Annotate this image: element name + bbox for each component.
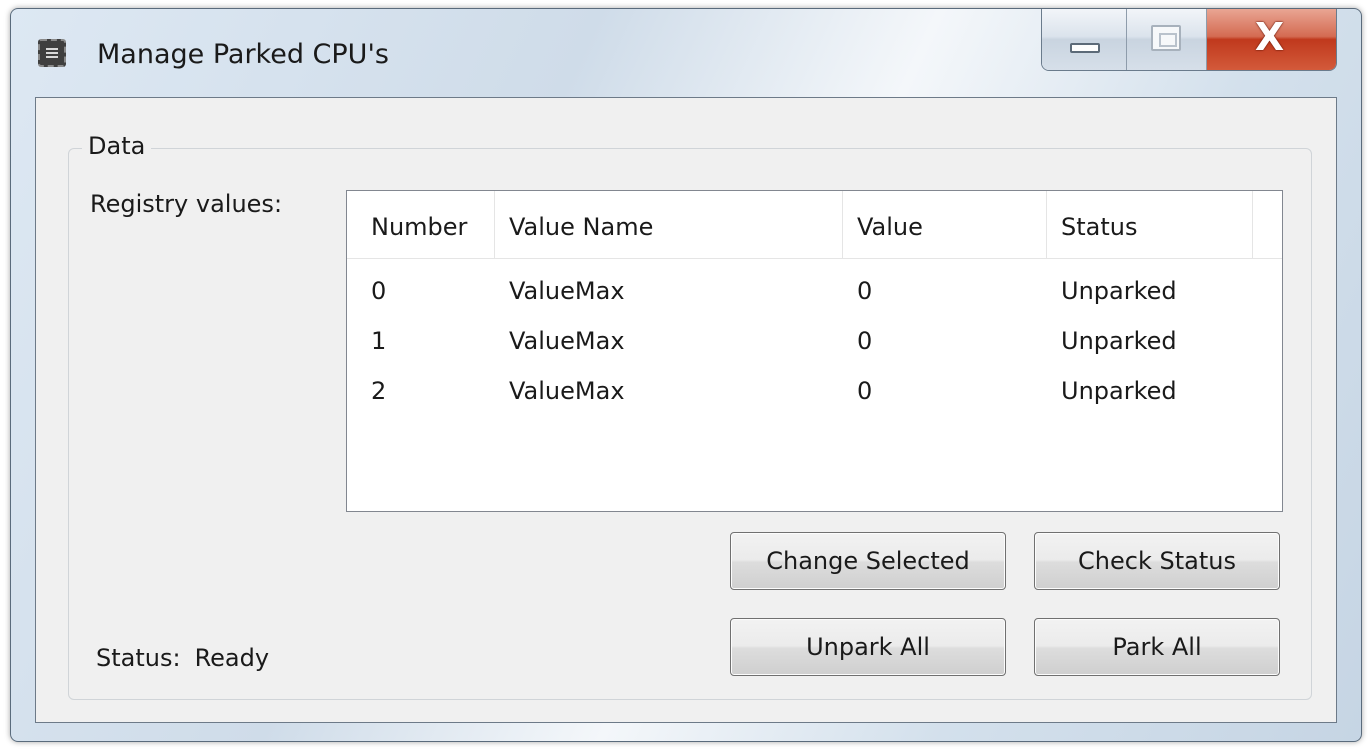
cell-value: 0 — [857, 327, 873, 355]
cell-status: Unparked — [1061, 327, 1177, 355]
cell-value-name: ValueMax — [509, 277, 625, 305]
check-status-button[interactable]: Check Status — [1034, 532, 1280, 590]
column-header-value-name[interactable]: Value Name — [495, 191, 843, 258]
unpark-all-button[interactable]: Unpark All — [730, 618, 1006, 676]
listview-body: 0 ValueMax 0 Unparked 1 ValueMax 0 Unpar… — [347, 267, 1282, 417]
minimize-icon — [1070, 43, 1100, 53]
close-icon: X — [1254, 15, 1285, 59]
cell-number: 2 — [371, 377, 387, 405]
change-selected-button[interactable]: Change Selected — [730, 532, 1006, 590]
cell-number: 0 — [371, 277, 387, 305]
cell-value-name: ValueMax — [509, 377, 625, 405]
cell-value-name: ValueMax — [509, 327, 625, 355]
title-bar[interactable]: Manage Parked CPU's X — [11, 9, 1361, 95]
cell-status: Unparked — [1061, 377, 1177, 405]
cell-number: 1 — [371, 327, 387, 355]
status-line: Status: Ready — [96, 644, 269, 672]
column-header-filler — [1253, 191, 1282, 258]
park-all-button[interactable]: Park All — [1034, 618, 1280, 676]
app-form-icon[interactable] — [38, 39, 66, 67]
minimize-button[interactable] — [1042, 9, 1128, 70]
caption-buttons: X — [1041, 9, 1337, 71]
maximize-icon — [1151, 25, 1182, 51]
column-header-value[interactable]: Value — [843, 191, 1047, 258]
listview-header: Number Value Name Value Status — [347, 191, 1282, 259]
status-value: Ready — [194, 644, 270, 672]
table-row[interactable]: 2 ValueMax 0 Unparked — [347, 367, 1282, 417]
groupbox-legend: Data — [82, 132, 152, 160]
cell-status: Unparked — [1061, 277, 1177, 305]
registry-listview[interactable]: Number Value Name Value Status 0 ValueMa… — [346, 190, 1283, 512]
app-window: Manage Parked CPU's X Data Registry valu… — [10, 8, 1362, 742]
table-row[interactable]: 1 ValueMax 0 Unparked — [347, 317, 1282, 367]
maximize-button[interactable] — [1127, 9, 1207, 70]
registry-values-label: Registry values: — [90, 190, 283, 218]
close-button[interactable]: X — [1206, 9, 1336, 70]
table-row[interactable]: 0 ValueMax 0 Unparked — [347, 267, 1282, 317]
window-title: Manage Parked CPU's — [97, 39, 389, 70]
column-header-status[interactable]: Status — [1047, 191, 1253, 258]
cell-value: 0 — [857, 377, 873, 405]
cell-value: 0 — [857, 277, 873, 305]
column-header-number[interactable]: Number — [347, 191, 495, 258]
status-label: Status: — [96, 644, 181, 672]
client-area: Data Registry values: Number Value Name … — [35, 97, 1337, 723]
